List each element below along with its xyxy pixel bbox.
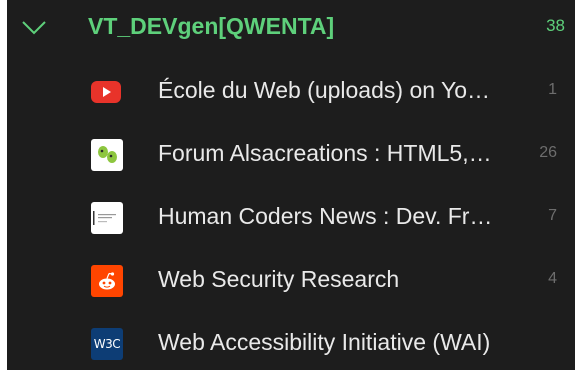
feed-item-web-accessibility-initiative[interactable]: W3C Web Accessibility Initiative (WAI) xyxy=(7,315,575,371)
feed-group-title: VT_DEVgen[QWENTA] xyxy=(88,13,335,39)
feed-group-unread-count: 38 xyxy=(546,16,565,35)
youtube-icon xyxy=(91,81,121,103)
feed-item-label: Human Coders News : Dev. Fr… xyxy=(158,203,493,229)
feed-item-web-security-research[interactable]: Web Security Research 4 xyxy=(7,252,575,308)
feed-group-header[interactable]: VT_DEVgen[QWENTA] 38 xyxy=(7,0,575,56)
feed-item-label: École du Web (uploads) on Yo… xyxy=(158,77,491,103)
feed-item-unread-count: 1 xyxy=(548,81,557,98)
alsacreations-icon xyxy=(91,139,123,171)
human-coders-icon xyxy=(91,202,123,234)
w3c-logo-text: W3C xyxy=(93,337,121,351)
reddit-icon xyxy=(91,265,123,297)
feed-item-forum-alsacreations[interactable]: Forum Alsacreations : HTML5,… 26 xyxy=(7,126,575,182)
chevron-down-icon[interactable] xyxy=(21,16,47,38)
feed-item-ecole-du-web[interactable]: École du Web (uploads) on Yo… 1 xyxy=(7,63,575,119)
feed-item-unread-count: 4 xyxy=(548,270,557,287)
feed-sidebar: VT_DEVgen[QWENTA] 38 École du Web (uploa… xyxy=(7,0,575,370)
feed-item-label: Forum Alsacreations : HTML5,… xyxy=(158,140,492,166)
feed-item-unread-count: 7 xyxy=(548,207,557,224)
w3c-icon: W3C xyxy=(91,328,123,360)
feed-item-unread-count: 26 xyxy=(539,144,557,161)
feed-item-label: Web Accessibility Initiative (WAI) xyxy=(158,329,491,355)
feed-item-label: Web Security Research xyxy=(158,266,400,292)
feed-item-human-coders-news[interactable]: Human Coders News : Dev. Fr… 7 xyxy=(7,189,575,245)
